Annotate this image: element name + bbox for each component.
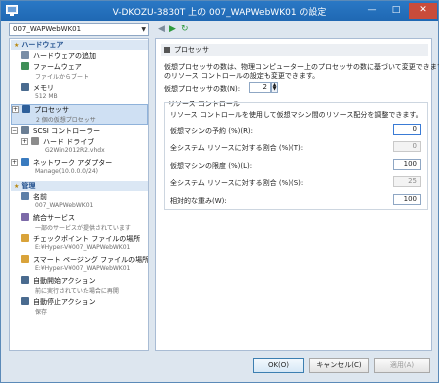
ok-button[interactable]: OK(O): [253, 358, 304, 373]
sidebar-item-firmware[interactable]: ファームウェア ファイルからブート: [11, 62, 148, 82]
settings-window: V-DKOZU-3830T 上の 007_WAPWebWK01 の設定 — □ …: [0, 0, 439, 383]
expand-icon[interactable]: +: [12, 106, 19, 113]
network-adapter-icon: [21, 158, 29, 166]
scsi-controller-icon: [21, 126, 29, 134]
section-bullet-icon: [164, 47, 170, 53]
expand-icon[interactable]: +: [11, 159, 18, 166]
sidebar-item-processor[interactable]: + プロセッサ 2 個の仮想プロセッサ: [11, 104, 148, 125]
sidebar-item-checkpoint-location[interactable]: チェックポイント ファイルの場所 E:¥Hyper-V¥007_WAPWebWK…: [11, 234, 148, 254]
sidebar-item-auto-start-action[interactable]: 自動開始アクション 前に実行されていた場合に再開: [11, 276, 148, 296]
limit-total-field: 25: [393, 176, 421, 187]
integration-services-icon: [21, 213, 29, 221]
settings-sidebar: ★ ハードウェア ハードウェアの追加 ファームウェア ファイルからブート メモリ …: [9, 38, 149, 351]
resource-control-description: リソース コントロールを使用して仮想マシン間のリソース配分を調整できます。: [170, 111, 423, 119]
vm-selector-value: 007_WAPWebWK01: [13, 25, 82, 33]
navigation-controls: ◀ ▶ ↻: [158, 23, 198, 36]
processor-count-stepper[interactable]: ▲ ▼: [271, 82, 278, 93]
limit-input[interactable]: 100: [393, 159, 421, 170]
processor-settings-panel: プロセッサ 仮想プロセッサの数は、物理コンピューター上のプロセッサの数に基づいて…: [155, 38, 439, 351]
hard-drive-icon: [31, 137, 39, 145]
memory-icon: [21, 83, 29, 91]
maximize-button[interactable]: □: [385, 3, 407, 19]
cancel-button[interactable]: キャンセル(C): [309, 358, 369, 373]
forward-arrow-icon[interactable]: ▶: [169, 23, 176, 35]
chevron-down-icon: ▼: [141, 26, 146, 33]
sidebar-item-integration-services[interactable]: 統合サービス 一部のサービスが提供されています: [11, 213, 148, 233]
sidebar-item-scsi-controller[interactable]: − SCSI コントローラー: [11, 126, 148, 136]
sidebar-item-hard-drive[interactable]: + ハード ドライブ G2Win2012R2.vhdx: [11, 137, 148, 157]
processor-description-line2: のリソース コントロールの設定も変更できます。: [164, 72, 320, 80]
star-icon: ★: [14, 183, 20, 190]
reserve-label: 仮想マシンの予約 (%)(R):: [170, 127, 254, 135]
vm-selector[interactable]: 007_WAPWebWK01 ▼: [9, 23, 149, 36]
minimize-button[interactable]: —: [361, 3, 383, 19]
processor-icon: [22, 105, 30, 113]
sidebar-item-add-hardware[interactable]: ハードウェアの追加: [11, 51, 148, 61]
weight-label: 相対的な重み(W):: [170, 197, 227, 205]
refresh-icon[interactable]: ↻: [181, 23, 189, 35]
reserve-total-label: 全システム リソースに対する割合 (%)(T):: [170, 144, 304, 152]
limit-total-label: 全システム リソースに対する割合 (%)(S):: [170, 179, 304, 187]
processor-count-label: 仮想プロセッサの数(N):: [164, 85, 241, 93]
processor-count-input[interactable]: 2: [249, 82, 271, 93]
sidebar-item-name[interactable]: 名前 007_WAPWebWK01: [11, 192, 148, 212]
auto-stop-icon: [21, 297, 29, 305]
expand-icon[interactable]: +: [21, 138, 28, 145]
checkpoint-icon: [21, 234, 29, 242]
hardware-category-header[interactable]: ★ ハードウェア: [11, 40, 148, 50]
sidebar-item-auto-stop-action[interactable]: 自動停止アクション 保存: [11, 297, 148, 317]
add-hardware-icon: [21, 51, 29, 59]
smart-paging-icon: [21, 255, 29, 263]
star-icon: ★: [14, 42, 20, 49]
reserve-total-field: 0: [393, 141, 421, 152]
sidebar-item-network-adapter[interactable]: + ネットワーク アダプター Manage(10.0.0.0/24): [11, 158, 148, 178]
apply-button[interactable]: 適用(A): [374, 358, 430, 373]
reserve-input[interactable]: 0: [393, 124, 421, 135]
limit-label: 仮想マシンの限度 (%)(L):: [170, 162, 253, 170]
close-button[interactable]: ✕: [409, 3, 437, 19]
name-icon: [21, 192, 29, 200]
firmware-icon: [21, 62, 29, 70]
weight-input[interactable]: 100: [393, 194, 421, 205]
management-category-header[interactable]: ★ 管理: [11, 181, 148, 191]
collapse-icon[interactable]: −: [11, 127, 18, 134]
back-arrow-icon[interactable]: ◀: [158, 23, 165, 35]
sidebar-item-smart-paging-location[interactable]: スマート ページング ファイルの場所 E:¥Hyper-V¥007_WAPWeb…: [11, 255, 148, 275]
auto-start-icon: [21, 276, 29, 284]
title-bar: V-DKOZU-3830T 上の 007_WAPWebWK01 の設定 — □ …: [1, 1, 438, 21]
sidebar-item-memory[interactable]: メモリ 512 MB: [11, 83, 148, 103]
section-title: プロセッサ: [161, 44, 428, 56]
